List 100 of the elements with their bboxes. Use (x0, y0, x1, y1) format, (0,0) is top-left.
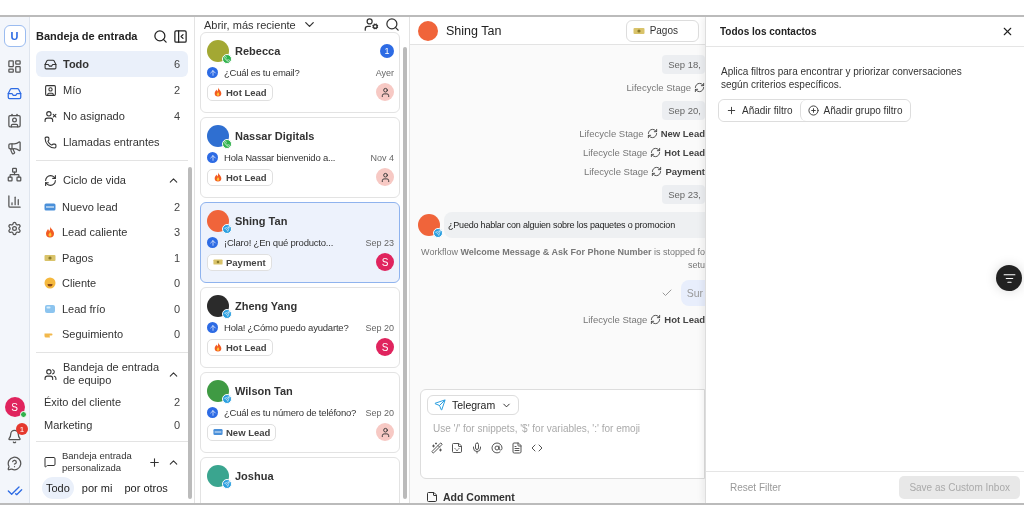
filter-fab[interactable] (996, 265, 1022, 291)
message-preview: ¿Cuál es tu email? (224, 67, 301, 78)
collapse-icon[interactable] (173, 28, 188, 44)
app-logo[interactable]: U (3, 25, 26, 47)
assignee-avatar (376, 83, 394, 101)
date-chip: Sep 18, (662, 55, 705, 74)
panel-description: Aplica filtros para encontrar y priorizar conversaciones según criterios específicos. (721, 65, 963, 91)
add-group-button[interactable]: Añadir grupo filtro (799, 100, 910, 121)
telegram-badge-icon (222, 309, 232, 319)
user-settings-icon[interactable] (364, 17, 379, 32)
panel-title: Todos los contactos (720, 26, 818, 37)
lifecycle-label: Lifecycle Stage (582, 314, 648, 325)
conversation-card[interactable]: Shing Tan ¡Claro! ¿En qué producto... Sep 23 Payment S (200, 202, 400, 283)
scrollbar[interactable] (188, 167, 192, 499)
message-preview: ¡Claro! ¿En qué producto... (224, 237, 335, 248)
sidebar-item[interactable]: Cliente 0 (36, 270, 188, 296)
sidebar-item[interactable]: No asignado 4 (36, 103, 188, 129)
lifecycle-label: Lifecycle Stage (579, 128, 644, 139)
cycle-icon (650, 314, 662, 325)
outgoing-icon (207, 152, 218, 163)
sidebar-item[interactable]: Lead caliente 3 (36, 219, 188, 245)
message-preview: ¿Cuál es tu número de teléfono? (224, 407, 358, 418)
sidebar-item[interactable]: Pagos 1 (36, 245, 188, 271)
lifecycle-tag: Payment (207, 253, 272, 271)
sidebar-item[interactable]: Marketing 0 (36, 413, 188, 436)
code-icon[interactable] (531, 442, 543, 454)
layout-icon[interactable] (7, 59, 22, 74)
sidebar-item[interactable]: Todo 6 (36, 51, 188, 77)
stage-value: Payment (665, 166, 705, 177)
conversation-card[interactable]: Wilson Tan ¿Cuál es tu número de teléfono? Sep 20 New Lead (200, 372, 400, 453)
contact-name: Wilson Tan (235, 385, 294, 397)
sidebar-item[interactable]: Lead frío 0 (36, 296, 188, 322)
fire-icon (213, 172, 223, 182)
message-time: Sep 20 (365, 322, 394, 333)
outgoing-icon (207, 237, 218, 248)
outgoing-icon (207, 67, 218, 78)
conversation-card[interactable]: Rebecca 1 ¿Cuál es tu email? Ayer Hot Lead (200, 32, 400, 113)
settings-icon[interactable] (7, 221, 22, 236)
new-badge-icon (213, 427, 223, 437)
group-title[interactable]: Ciclo de vida (63, 173, 161, 187)
message-preview: Hola! ¿Cómo puedo ayudarte? (224, 322, 350, 333)
message-time: Sep 23 (365, 237, 394, 248)
chart-icon[interactable] (7, 194, 22, 209)
channel-dropdown[interactable]: Telegram (427, 395, 520, 415)
bell-icon[interactable] (7, 429, 22, 444)
mic-icon[interactable] (471, 442, 483, 454)
close-icon[interactable] (1001, 25, 1014, 38)
sidebar-item[interactable]: Éxito del cliente 2 (36, 390, 188, 413)
message-input[interactable]: Use '/' for snippets, '$' for variables, ':' for emoji (427, 423, 698, 434)
whatsapp-badge-icon (222, 139, 232, 149)
inbox-icon (44, 57, 57, 71)
scrollbar[interactable] (403, 47, 407, 499)
smiley-icon (44, 277, 56, 290)
date-chip: Sep 23, (662, 185, 705, 204)
lifecycle-tag: Hot Lead (207, 168, 273, 186)
search-icon[interactable] (385, 17, 400, 32)
message-time: Sep 20 (365, 407, 394, 418)
sort-dropdown[interactable]: Abrir, más reciente (204, 18, 296, 31)
add-comment-button[interactable]: Add Comment (410, 479, 705, 503)
contact-icon[interactable] (7, 113, 22, 128)
at-icon[interactable] (491, 442, 503, 454)
unread-badge: 1 (380, 44, 394, 58)
conversation-card[interactable]: Zheng Yang Hola! ¿Cómo puedo ayudarte? Sep 20 Hot Lead S (200, 287, 400, 368)
message-bubble: Sur (680, 280, 705, 306)
contact-avatar (418, 20, 438, 41)
lifecycle-tag: New Lead (207, 423, 277, 441)
ice-icon (44, 302, 56, 315)
group-title[interactable]: Bandeja de entrada de equipo (63, 361, 161, 387)
phone-icon (44, 135, 57, 149)
group-title[interactable]: Bandeja entrada personalizada (62, 450, 142, 474)
telegram-badge-icon (222, 224, 232, 234)
contact-name: Shing Tan (235, 215, 289, 227)
sidebar-item[interactable]: Mío 2 (36, 77, 188, 103)
filter-tab[interactable]: Todo (42, 477, 74, 499)
sidebar-item[interactable]: Seguimiento 0 (36, 321, 188, 347)
filter-icon (1002, 271, 1016, 285)
network-icon[interactable] (7, 167, 22, 182)
outgoing-icon (207, 322, 218, 333)
user-avatar[interactable]: S (4, 397, 25, 417)
conversation-card[interactable]: Nassar Digitals Hola Nassar bienvenido a... Nov 4 Hot Lead (200, 117, 400, 198)
sidebar-item[interactable]: Llamadas entrantes (36, 129, 188, 155)
sidebar-title: Bandeja de entrada (36, 30, 139, 42)
filter-tab[interactable]: por mi (77, 477, 117, 499)
sticker-icon[interactable] (451, 442, 463, 454)
plus-icon[interactable] (148, 455, 161, 469)
telegram-badge-icon (433, 228, 443, 238)
telegram-icon (434, 399, 446, 411)
note-icon[interactable] (511, 442, 523, 454)
conversation-card[interactable]: Joshua (200, 457, 400, 503)
sidebar-item[interactable]: Nuevo lead 2 (36, 194, 188, 220)
search-icon[interactable] (153, 28, 168, 44)
lifecycle-dropdown[interactable]: Pagos (625, 19, 699, 42)
help-icon[interactable] (7, 456, 22, 471)
megaphone-icon[interactable] (7, 140, 22, 155)
telegram-badge-icon (222, 394, 232, 404)
plus-circle-icon (807, 105, 819, 116)
magic-icon[interactable] (431, 442, 443, 454)
filter-tab[interactable]: por otros (120, 477, 172, 499)
inbox-icon[interactable] (7, 86, 22, 101)
message-time: Ayer (375, 67, 394, 78)
